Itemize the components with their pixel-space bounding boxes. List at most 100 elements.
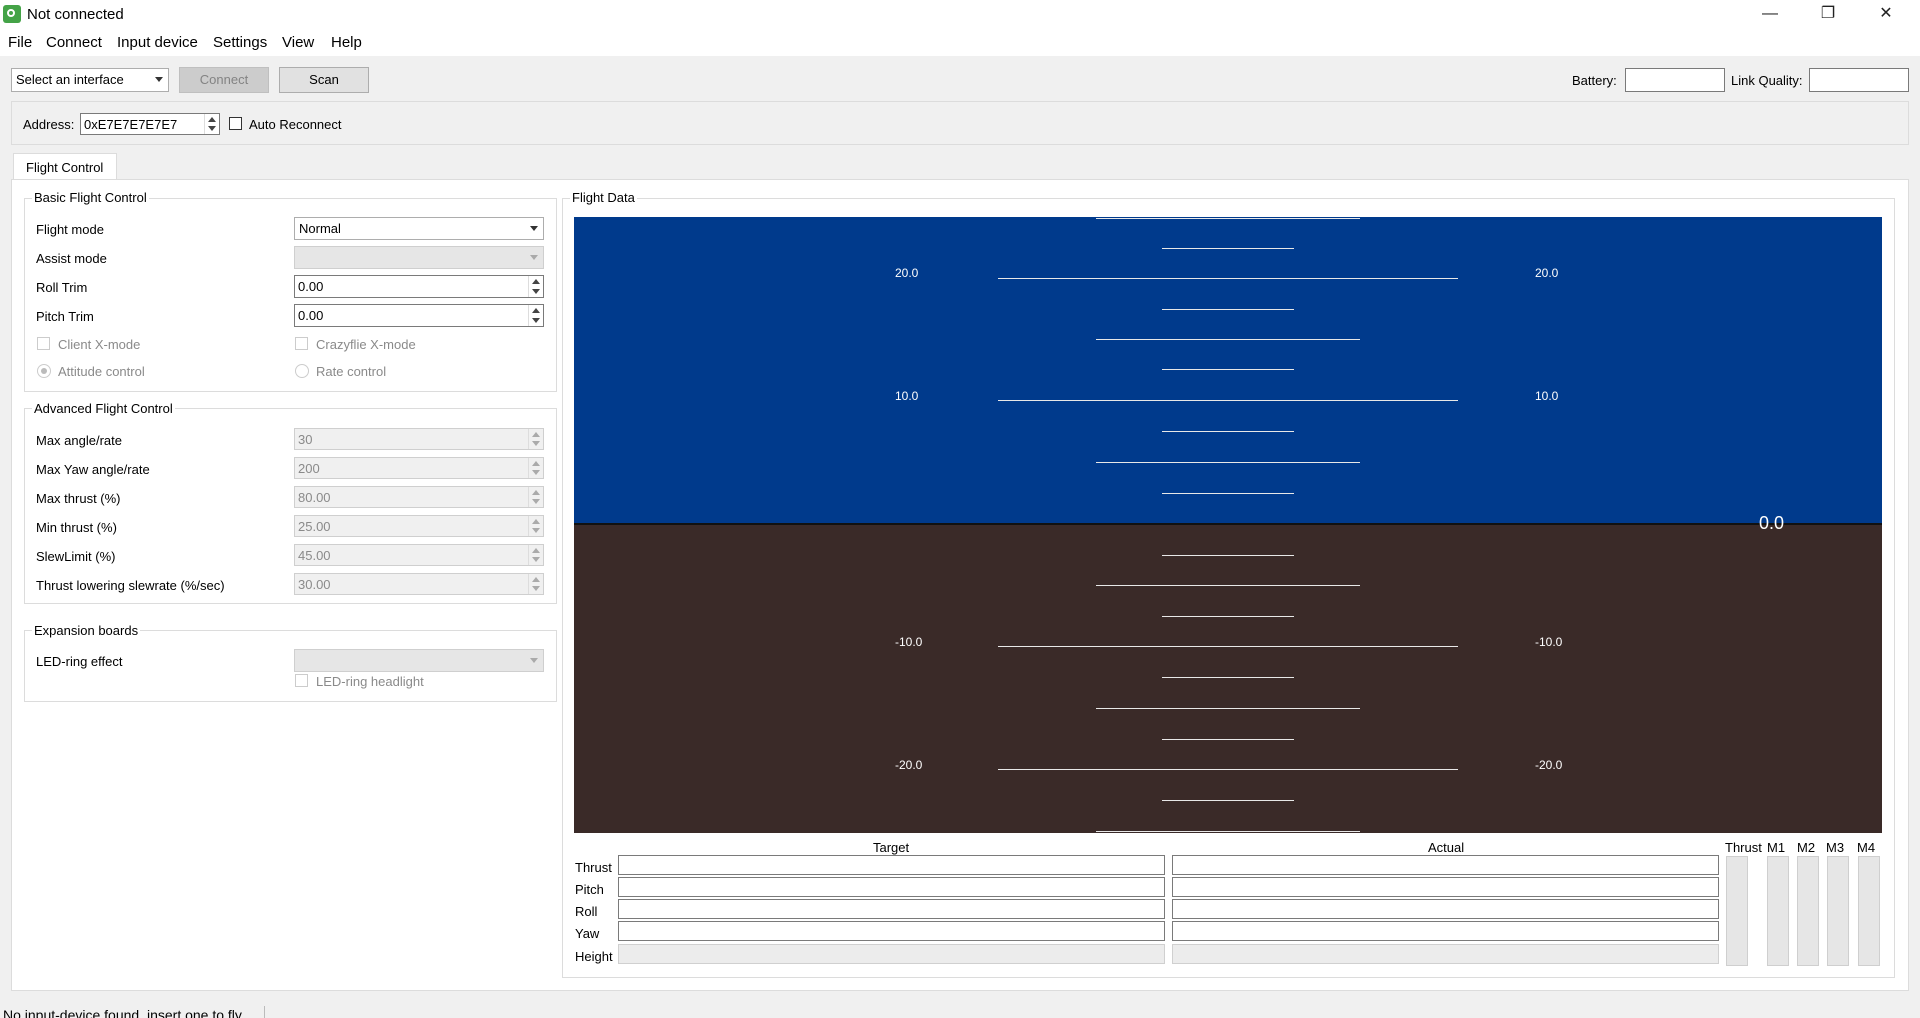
pitch-line-10 xyxy=(998,400,1458,401)
min-thrust-spinner[interactable] xyxy=(528,516,543,536)
led-headlight-checkbox[interactable] xyxy=(295,674,308,687)
expansion-boards-title: Expansion boards xyxy=(32,623,141,638)
chevron-down-icon xyxy=(530,226,538,231)
pitch-trim-field[interactable]: 0.00 xyxy=(294,304,544,327)
pitch-label-right: -10.0 xyxy=(1535,635,1563,649)
flight-mode-select[interactable]: Normal xyxy=(294,217,544,240)
pitch-line-neg5 xyxy=(1096,585,1360,586)
roll-trim-label: Roll Trim xyxy=(36,280,88,295)
attitude-control-radio[interactable] xyxy=(37,364,51,378)
m2-bar xyxy=(1797,856,1819,966)
actual-roll-bar xyxy=(1172,899,1719,919)
menu-connect[interactable]: Connect xyxy=(46,34,102,51)
max-angle-field[interactable]: 30 xyxy=(294,428,544,450)
slew-limit-field[interactable]: 45.00 xyxy=(294,544,544,566)
client-xmode-checkbox[interactable] xyxy=(37,337,50,350)
roll-trim-value: 0.00 xyxy=(298,279,324,294)
actual-header: Actual xyxy=(1428,840,1465,855)
minimize-button[interactable]: — xyxy=(1741,0,1799,30)
thrust-slewrate-label: Thrust lowering slewrate (%/sec) xyxy=(36,578,225,593)
pitch-label-right: -20.0 xyxy=(1535,758,1563,772)
pitch-line-neg20 xyxy=(998,769,1458,770)
actual-pitch-bar xyxy=(1172,877,1719,897)
pitch-label-left: -10.0 xyxy=(895,635,923,649)
pitch-line-22-5 xyxy=(1162,248,1294,249)
scan-button[interactable]: Scan xyxy=(279,67,369,93)
pitch-label-right: 20.0 xyxy=(1535,266,1559,280)
chevron-down-icon xyxy=(530,658,538,663)
yaw-row-label: Yaw xyxy=(575,926,600,941)
target-roll-bar xyxy=(618,899,1165,919)
m2-label: M2 xyxy=(1797,840,1816,855)
thrust-slewrate-spinner[interactable] xyxy=(528,574,543,594)
pitch-line-neg10 xyxy=(998,646,1458,647)
min-thrust-field[interactable]: 25.00 xyxy=(294,515,544,537)
address-label: Address: xyxy=(23,117,75,132)
slew-limit-spinner[interactable] xyxy=(528,545,543,565)
max-yaw-spinner[interactable] xyxy=(528,458,543,478)
min-thrust-value: 25.00 xyxy=(298,519,331,534)
address-spinner[interactable] xyxy=(204,114,219,134)
flight-mode-label: Flight mode xyxy=(36,222,104,237)
pitch-line-neg2-5 xyxy=(1162,555,1294,556)
rate-control-radio[interactable] xyxy=(295,364,309,378)
status-text: No input-device found, insert one to fly… xyxy=(3,1007,245,1018)
actual-height-bar xyxy=(1172,944,1719,964)
basic-flight-control-title: Basic Flight Control xyxy=(32,190,149,205)
target-thrust-bar xyxy=(618,855,1165,875)
roll-trim-field[interactable]: 0.00 xyxy=(294,275,544,298)
close-button[interactable]: ✕ xyxy=(1857,0,1915,30)
auto-reconnect-checkbox[interactable] xyxy=(229,117,242,130)
pitch-trim-value: 0.00 xyxy=(298,308,324,323)
crazyflie-xmode-checkbox[interactable] xyxy=(295,337,308,350)
max-angle-spinner[interactable] xyxy=(528,429,543,449)
link-quality-label: Link Quality: xyxy=(1731,73,1803,88)
interface-select[interactable]: Select an interface xyxy=(11,68,169,92)
target-pitch-bar xyxy=(618,877,1165,897)
menu-bar: File Connect Input device Settings View … xyxy=(0,30,1920,56)
menu-input-device[interactable]: Input device xyxy=(117,34,198,51)
slew-limit-label: SlewLimit (%) xyxy=(36,549,116,564)
max-angle-value: 30 xyxy=(298,432,313,447)
led-headlight-label: LED-ring headlight xyxy=(316,674,424,689)
assist-mode-select[interactable] xyxy=(294,246,544,269)
led-effect-select[interactable] xyxy=(294,649,544,672)
link-quality-bar xyxy=(1809,68,1909,92)
slew-limit-value: 45.00 xyxy=(298,548,331,563)
menu-file[interactable]: File xyxy=(8,34,32,51)
m3-bar xyxy=(1827,856,1849,966)
pitch-line-neg15 xyxy=(1096,708,1360,709)
app-logo-icon xyxy=(3,5,21,23)
pitch-line-neg17-5 xyxy=(1162,739,1294,740)
auto-reconnect-label: Auto Reconnect xyxy=(249,117,342,132)
address-field[interactable]: 0xE7E7E7E7E7 xyxy=(80,113,220,135)
battery-label: Battery: xyxy=(1572,73,1617,88)
pitch-line-7-5 xyxy=(1162,431,1294,432)
max-thrust-field[interactable]: 80.00 xyxy=(294,486,544,508)
pitch-trim-spinner[interactable] xyxy=(528,305,543,326)
assist-mode-label: Assist mode xyxy=(36,251,107,266)
thrust-slewrate-field[interactable]: 30.00 xyxy=(294,573,544,595)
menu-settings[interactable]: Settings xyxy=(213,34,267,51)
roll-trim-spinner[interactable] xyxy=(528,276,543,297)
flight-data-title: Flight Data xyxy=(570,190,637,205)
interface-select-value: Select an interface xyxy=(16,72,124,87)
menu-view[interactable]: View xyxy=(282,34,314,51)
max-thrust-spinner[interactable] xyxy=(528,487,543,507)
max-yaw-field[interactable]: 200 xyxy=(294,457,544,479)
altitude-value: 0.0 xyxy=(1759,513,1785,533)
flight-mode-value: Normal xyxy=(299,221,341,236)
led-effect-label: LED-ring effect xyxy=(36,654,123,669)
m1-bar xyxy=(1767,856,1789,966)
menu-help[interactable]: Help xyxy=(331,34,362,51)
pitch-line-25 xyxy=(1096,218,1360,219)
status-divider xyxy=(264,1006,265,1018)
horizon-line xyxy=(574,523,1882,525)
tab-flight-control[interactable]: Flight Control xyxy=(13,153,117,180)
target-yaw-bar xyxy=(618,921,1165,941)
rate-control-label: Rate control xyxy=(316,364,387,379)
artificial-horizon: 20.0 20.0 10.0 10.0 -10.0 -10.0 -20.0 -2… xyxy=(574,217,1882,833)
connect-button[interactable]: Connect xyxy=(179,67,269,93)
maximize-button[interactable]: ❐ xyxy=(1799,0,1857,30)
tab-flight-control-label: Flight Control xyxy=(26,160,104,175)
